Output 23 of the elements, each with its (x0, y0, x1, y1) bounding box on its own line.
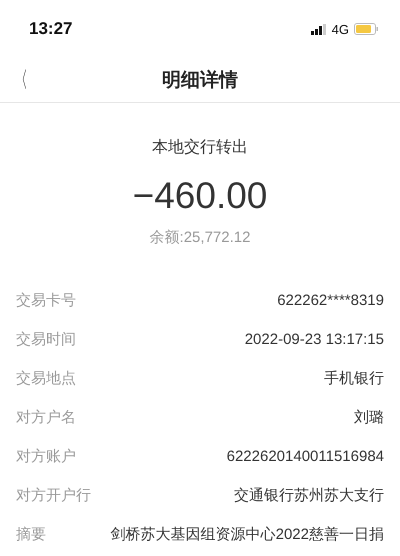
detail-label: 交易地点 (16, 369, 76, 388)
detail-label: 摘要 (16, 525, 46, 544)
detail-label: 对方户名 (16, 408, 76, 427)
status-time: 13:27 (29, 19, 72, 39)
detail-value: 2022-09-23 13:17:15 (244, 331, 384, 348)
detail-value: 6222620140011516984 (226, 448, 384, 465)
transaction-type: 本地交行转出 (152, 138, 248, 158)
detail-value: 622262****8319 (277, 292, 384, 309)
detail-label: 交易时间 (16, 330, 76, 349)
balance: 余额:25,772.12 (150, 228, 250, 247)
page-title: 明细详情 (162, 68, 238, 93)
detail-value: 交通银行苏州苏大支行 (234, 486, 384, 505)
detail-value: 剑桥苏大基因组资源中心2022慈善一日捐 (110, 525, 384, 544)
detail-label: 对方账户 (16, 447, 76, 466)
detail-label: 交易卡号 (16, 291, 76, 310)
detail-label: 对方开户行 (16, 486, 91, 505)
back-button[interactable]: 〈 (14, 65, 28, 95)
detail-value: 刘璐 (354, 408, 384, 427)
battery-icon (354, 23, 378, 35)
network-type: 4G (332, 22, 349, 36)
signal-icon (310, 24, 327, 34)
detail-value: 手机银行 (324, 369, 384, 388)
amount: −460.00 (132, 175, 268, 217)
